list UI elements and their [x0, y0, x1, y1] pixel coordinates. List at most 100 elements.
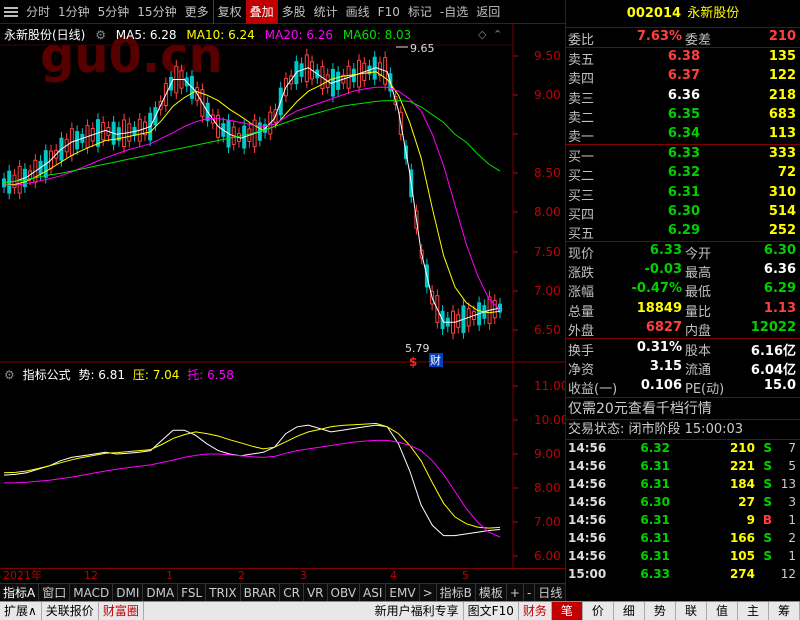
- tab-chou[interactable]: 筹: [769, 601, 800, 620]
- status-bar: 扩展∧ 关联报价 财富圈 新用户福利专享 图文F10 财务 笔 价 细 势 联 …: [0, 601, 800, 620]
- toolbar-item-1min[interactable]: 1分钟: [54, 0, 94, 24]
- toolbar-item-fuquan[interactable]: 复权: [212, 0, 246, 24]
- indicator-name[interactable]: 指标公式: [23, 368, 71, 382]
- fund-row: 净资 3.15 流通 6.04亿: [568, 359, 796, 379]
- tab-brar[interactable]: BRAR: [241, 583, 281, 602]
- date-label: 1: [166, 569, 173, 582]
- stock-label: 永新股份(日线): [4, 28, 86, 42]
- fundamentals: 换手 0.31% 股本 6.16亿 净资 3.15 流通 6.04亿 收益(一) 0.106 P…: [566, 339, 800, 397]
- tab-asi[interactable]: ASI: [360, 583, 387, 602]
- tab-trix[interactable]: TRIX: [206, 583, 241, 602]
- toolbar-item-tongji[interactable]: 统计: [310, 0, 342, 24]
- tab-xi[interactable]: 细: [614, 601, 645, 620]
- depth-promo-link[interactable]: 仅需20元查看千档行情: [566, 396, 800, 419]
- tab-template[interactable]: 模板: [476, 583, 507, 602]
- toolbar-item-biaoji[interactable]: 标记: [404, 0, 436, 24]
- stock-title[interactable]: 002014 永新股份: [566, 0, 800, 28]
- tab-shi[interactable]: 势: [645, 601, 676, 620]
- tick-row: 14:56 6.31 166 S 2: [568, 530, 796, 545]
- indicator-lines-group: [3, 422, 501, 538]
- settings-icon[interactable]: ⚙: [95, 28, 106, 42]
- weibi-value: 7.63%: [636, 29, 682, 44]
- tab-indicator-b[interactable]: 指标B: [437, 583, 476, 602]
- ma-legend: 永新股份(日线) ⚙ MA5: 6.28 MA10: 6.24 MA20: 6.…: [4, 26, 417, 43]
- toolbar-item-diejia[interactable]: 叠加: [245, 0, 278, 24]
- fund-row: 收益(一) 0.106 PE(动) 15.0: [568, 378, 796, 398]
- expand-icon[interactable]: ⌃: [493, 28, 502, 41]
- ask-row[interactable]: 卖五 6.38 135: [566, 48, 800, 68]
- tab-minus[interactable]: -: [524, 583, 536, 602]
- kline-chart-svg[interactable]: gu0.cn 9.50 9.00 8.50 8.00 7.50 7.00 6.5…: [0, 24, 565, 570]
- bid-row[interactable]: 买三 6.31 310: [566, 184, 800, 204]
- toolbar-item-zixuan[interactable]: -自选: [436, 0, 472, 24]
- bid-row[interactable]: 买二 6.32 72: [566, 164, 800, 184]
- tab-plus[interactable]: +: [507, 583, 524, 602]
- price-tick: 8.50: [534, 166, 561, 180]
- tick-row: 14:56 6.32 210 S 7: [568, 440, 796, 455]
- kline-chart-area[interactable]: gu0.cn 9.50 9.00 8.50 8.00 7.50 7.00 6.5…: [0, 24, 565, 570]
- ask-row[interactable]: 卖二 6.35 683: [566, 106, 800, 126]
- tick-row: 14:56 6.31 184 S 13: [568, 476, 796, 491]
- price-tick: 7.00: [534, 284, 561, 298]
- new-user-welfare-link[interactable]: 新用户福利专享: [371, 601, 464, 620]
- tab-bi[interactable]: 笔: [551, 601, 583, 620]
- toolbar-item-more[interactable]: 更多: [181, 0, 213, 24]
- tab-cr[interactable]: CR: [280, 583, 304, 602]
- tab-zhi[interactable]: 值: [707, 601, 738, 620]
- tab-zhu[interactable]: 主: [738, 601, 769, 620]
- related-quotes-button[interactable]: 关联报价: [42, 601, 99, 620]
- tab-scroll-arrow[interactable]: >: [420, 583, 437, 602]
- ask-row[interactable]: 卖四 6.37 122: [566, 67, 800, 87]
- settings-icon[interactable]: ⚙: [4, 368, 15, 382]
- ask-list: 卖五 6.38 135 卖四 6.37 122 卖三 6.36 218 卖二 6.35 683 …: [566, 48, 800, 145]
- toolbar-item-duogu[interactable]: 多股: [278, 0, 310, 24]
- event-dollar-icon[interactable]: $: [409, 355, 417, 369]
- tab-fsl[interactable]: FSL: [178, 583, 207, 602]
- date-label: 3: [300, 569, 307, 582]
- price-stats: 现价 6.33 今开 6.30 涨跌 -0.03 最高 6.36 涨幅 -0.47% 最低 6.2…: [566, 242, 800, 339]
- ask-row[interactable]: 卖一 6.34 113: [566, 125, 800, 145]
- tab-jia[interactable]: 价: [583, 601, 614, 620]
- tab-macd[interactable]: MACD: [70, 583, 114, 602]
- bid-row[interactable]: 买五 6.29 252: [566, 222, 800, 242]
- f10-button[interactable]: 图文F10: [464, 601, 519, 620]
- weicha-value: 210: [768, 29, 796, 44]
- finance-button[interactable]: 财务: [519, 601, 552, 620]
- event-finance-label: 财: [430, 353, 441, 367]
- ind-tick: 8.00: [534, 481, 561, 495]
- tick-row: 14:56 6.30 27 S 3: [568, 494, 796, 509]
- tab-lian[interactable]: 联: [676, 601, 707, 620]
- toolbar-item-huaxian[interactable]: 画线: [342, 0, 374, 24]
- stats-row: 涨跌 -0.03 最高 6.36: [568, 262, 796, 282]
- wealth-circle-button[interactable]: 财富圈: [99, 601, 144, 620]
- bid-list: 买一 6.33 333 买二 6.32 72 买三 6.31 310 买四 6.30 514 买…: [566, 145, 800, 242]
- chart-toolbar: 分时 1分钟 5分钟 15分钟 更多 复权 叠加 多股 统计 画线 F10 标记…: [0, 0, 565, 24]
- tick-row: 14:56 6.31 221 S 5: [568, 458, 796, 473]
- tab-obv[interactable]: OBV: [328, 583, 361, 602]
- toolbar-item-fenshi[interactable]: 分时: [22, 0, 54, 24]
- menu-icon[interactable]: [4, 6, 18, 18]
- tab-window[interactable]: 窗口: [39, 583, 71, 602]
- bid-row[interactable]: 买四 6.30 514: [566, 203, 800, 223]
- toolbar-item-5min[interactable]: 5分钟: [94, 0, 134, 24]
- tab-dma[interactable]: DMA: [143, 583, 179, 602]
- expand-button[interactable]: 扩展∧: [0, 601, 42, 620]
- tab-indicator-a[interactable]: 指标A: [0, 583, 40, 602]
- tab-vr[interactable]: VR: [304, 583, 328, 602]
- date-label: 2: [238, 569, 245, 582]
- indicator-shi-line: [3, 424, 501, 537]
- diamond-icon[interactable]: ◇: [478, 28, 487, 41]
- toolbar-item-back[interactable]: 返回: [472, 0, 504, 24]
- toolbar-item-15min[interactable]: 15分钟: [133, 0, 180, 24]
- ma20-legend: MA20: 6.26: [264, 28, 334, 42]
- tab-emv[interactable]: EMV: [386, 583, 420, 602]
- quote-panel: 002014 永新股份 委比 7.63% 委差 210 卖五 6.38 135 卖四…: [565, 0, 800, 601]
- date-label: 5: [462, 569, 469, 582]
- bid-row[interactable]: 买一 6.33 333: [566, 145, 800, 165]
- low-price-marker: 5.79: [405, 342, 430, 355]
- tab-dmi[interactable]: DMI: [113, 583, 144, 602]
- toolbar-item-f10[interactable]: F10: [374, 0, 404, 24]
- ask-row[interactable]: 卖三 6.36 218: [566, 87, 800, 107]
- tab-period[interactable]: 日线: [535, 583, 567, 602]
- ind-tick: 10.00: [534, 413, 565, 427]
